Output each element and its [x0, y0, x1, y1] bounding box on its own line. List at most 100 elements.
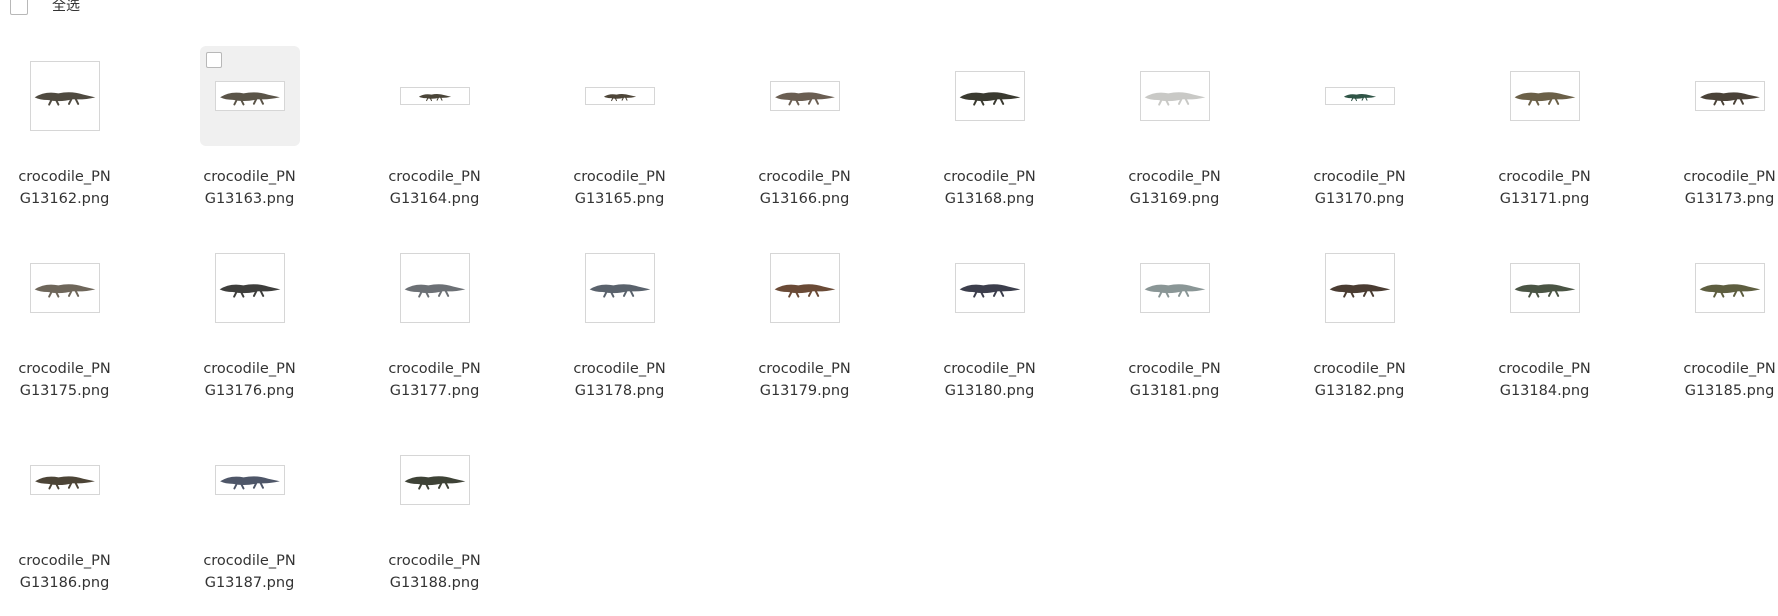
file-name[interactable]: crocodile_PNG13169.png — [1120, 166, 1230, 210]
file-name-line: crocodile_PN — [10, 358, 120, 380]
file-item[interactable]: crocodile_PNG13180.png — [925, 232, 1110, 424]
file-name[interactable]: crocodile_PNG13186.png — [10, 550, 120, 594]
file-name-line: G13173.png — [1675, 188, 1778, 210]
file-thumbnail — [1695, 263, 1765, 313]
file-thumbnail — [30, 61, 100, 131]
file-name-line: G13187.png — [195, 572, 305, 594]
thumbnail-container[interactable] — [1680, 46, 1778, 146]
file-name[interactable]: crocodile_PNG13187.png — [195, 550, 305, 594]
file-name[interactable]: crocodile_PNG13188.png — [380, 550, 490, 594]
thumbnail-container[interactable] — [940, 46, 1040, 146]
file-name-line: crocodile_PN — [750, 166, 860, 188]
file-item[interactable]: crocodile_PNG13182.png — [1295, 232, 1480, 424]
file-name[interactable]: crocodile_PNG13180.png — [935, 358, 1045, 402]
thumbnail-container[interactable] — [1310, 238, 1410, 338]
file-thumbnail — [400, 253, 470, 323]
file-name[interactable]: crocodile_PNG13166.png — [750, 166, 860, 210]
crocodile-icon — [587, 255, 653, 321]
file-name[interactable]: crocodile_PNG13185.png — [1675, 358, 1778, 402]
file-item[interactable]: crocodile_PNG13188.png — [370, 424, 555, 616]
crocodile-icon — [32, 63, 98, 129]
thumbnail-container[interactable] — [200, 430, 300, 530]
file-name-line: crocodile_PN — [1305, 358, 1415, 380]
thumbnail-container[interactable] — [15, 238, 115, 338]
thumbnail-container[interactable] — [570, 238, 670, 338]
thumbnail-container[interactable] — [1125, 238, 1225, 338]
thumbnail-container[interactable] — [15, 430, 115, 530]
thumbnail-container[interactable] — [200, 238, 300, 338]
thumbnail-container[interactable] — [1310, 46, 1410, 146]
thumbnail-container[interactable] — [570, 46, 670, 146]
thumbnail-container[interactable] — [385, 430, 485, 530]
file-item[interactable]: crocodile_PNG13184.png — [1480, 232, 1665, 424]
thumbnail-container[interactable] — [1125, 46, 1225, 146]
crocodile-icon — [772, 83, 838, 109]
file-name-line: crocodile_PN — [565, 358, 675, 380]
file-item[interactable]: crocodile_PNG13178.png — [555, 232, 740, 424]
file-item[interactable]: crocodile_PNG13170.png — [1295, 40, 1480, 232]
crocodile-icon — [217, 467, 283, 493]
file-name[interactable]: crocodile_PNG13175.png — [10, 358, 120, 402]
thumbnail-container[interactable] — [1680, 238, 1778, 338]
file-name-line: G13170.png — [1305, 188, 1415, 210]
file-name-line: crocodile_PN — [1675, 166, 1778, 188]
file-name[interactable]: crocodile_PNG13178.png — [565, 358, 675, 402]
file-item[interactable]: crocodile_PNG13162.png — [0, 40, 185, 232]
file-name[interactable]: crocodile_PNG13177.png — [380, 358, 490, 402]
file-item[interactable]: crocodile_PNG13187.png — [185, 424, 370, 616]
file-item[interactable]: crocodile_PNG13186.png — [0, 424, 185, 616]
file-name-line: G13178.png — [565, 380, 675, 402]
file-name[interactable]: crocodile_PNG13171.png — [1490, 166, 1600, 210]
file-name[interactable]: crocodile_PNG13163.png — [195, 166, 305, 210]
file-name-line: crocodile_PN — [195, 166, 305, 188]
file-name[interactable]: crocodile_PNG13162.png — [10, 166, 120, 210]
file-name[interactable]: crocodile_PNG13164.png — [380, 166, 490, 210]
file-item[interactable]: crocodile_PNG13163.png — [185, 40, 370, 232]
crocodile-icon — [402, 89, 468, 103]
file-item[interactable]: crocodile_PNG13169.png — [1110, 40, 1295, 232]
file-name[interactable]: crocodile_PNG13179.png — [750, 358, 860, 402]
file-item[interactable]: crocodile_PNG13168.png — [925, 40, 1110, 232]
file-name[interactable]: crocodile_PNG13176.png — [195, 358, 305, 402]
file-item[interactable]: crocodile_PNG13171.png — [1480, 40, 1665, 232]
file-select-checkbox[interactable] — [206, 52, 222, 68]
file-name[interactable]: crocodile_PNG13170.png — [1305, 166, 1415, 210]
thumbnail-container[interactable] — [1495, 46, 1595, 146]
crocodile-icon — [402, 457, 468, 503]
file-name[interactable]: crocodile_PNG13181.png — [1120, 358, 1230, 402]
file-name[interactable]: crocodile_PNG13168.png — [935, 166, 1045, 210]
file-name-line: G13180.png — [935, 380, 1045, 402]
file-item[interactable]: crocodile_PNG13177.png — [370, 232, 555, 424]
thumbnail-container[interactable] — [385, 238, 485, 338]
file-name[interactable]: crocodile_PNG13173.png — [1675, 166, 1778, 210]
thumbnail-container[interactable] — [1495, 238, 1595, 338]
thumbnail-container[interactable] — [755, 238, 855, 338]
file-item[interactable]: crocodile_PNG13165.png — [555, 40, 740, 232]
file-name-line: crocodile_PN — [1120, 358, 1230, 380]
file-name[interactable]: crocodile_PNG13165.png — [565, 166, 675, 210]
thumbnail-container[interactable] — [755, 46, 855, 146]
file-item[interactable]: crocodile_PNG13176.png — [185, 232, 370, 424]
select-all-checkbox[interactable] — [10, 0, 28, 15]
file-item[interactable]: crocodile_PNG13175.png — [0, 232, 185, 424]
thumbnail-container[interactable] — [940, 238, 1040, 338]
file-item[interactable]: crocodile_PNG13181.png — [1110, 232, 1295, 424]
thumbnail-container[interactable] — [200, 46, 300, 146]
file-name-line: G13169.png — [1120, 188, 1230, 210]
crocodile-icon — [402, 255, 468, 321]
file-item[interactable]: crocodile_PNG13173.png — [1665, 40, 1778, 232]
thumbnail-container[interactable] — [385, 46, 485, 146]
thumbnail-container[interactable] — [15, 46, 115, 146]
file-thumbnail — [1325, 87, 1395, 105]
select-all-control[interactable]: 全选 — [0, 3, 80, 15]
file-name[interactable]: crocodile_PNG13184.png — [1490, 358, 1600, 402]
file-name[interactable]: crocodile_PNG13182.png — [1305, 358, 1415, 402]
file-item[interactable]: crocodile_PNG13185.png — [1665, 232, 1778, 424]
file-item[interactable]: crocodile_PNG13179.png — [740, 232, 925, 424]
file-name-line: crocodile_PN — [1120, 166, 1230, 188]
file-name-line: crocodile_PN — [10, 550, 120, 572]
file-item[interactable]: crocodile_PNG13164.png — [370, 40, 555, 232]
file-name-line: G13176.png — [195, 380, 305, 402]
file-name-line: crocodile_PN — [10, 166, 120, 188]
file-item[interactable]: crocodile_PNG13166.png — [740, 40, 925, 232]
